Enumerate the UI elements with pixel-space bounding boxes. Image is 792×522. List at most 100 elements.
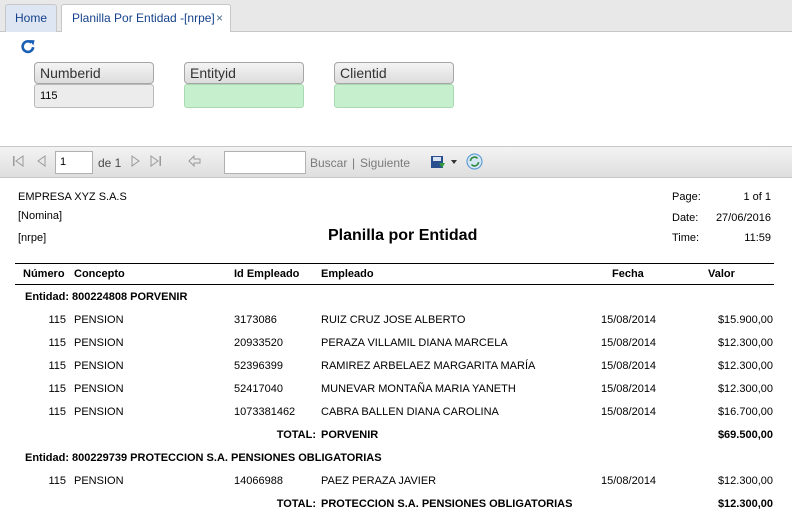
tab-planilla-por-entidad[interactable]: Planilla Por Entidad -[nrpe] × [61,4,231,33]
date-label: Date: [672,212,699,224]
cell-numero: 115 [48,314,66,326]
cell-empleado: RUIZ CRUZ JOSE ALBERTO [321,314,466,326]
column-header-id-empleado: Id Empleado [234,268,300,280]
entityid-label: Entityid [184,62,304,84]
export-dropdown-icon[interactable] [450,159,458,165]
cell-concepto: PENSION [74,475,124,487]
date-value: 27/06/2016 [715,212,771,224]
cell-empleado: CABRA BALLEN DIANA CAROLINA [321,406,499,418]
column-header-fecha: Fecha [612,268,644,280]
cell-id-empleado: 52417040 [234,383,283,395]
cell-concepto: PENSION [74,360,124,372]
find-link[interactable]: Buscar [310,156,347,170]
find-text-input[interactable] [224,151,306,174]
report-toolbar: 1 de 1 Buscar | Siguiente [0,146,792,178]
cell-numero: 115 [48,406,66,418]
refresh-report-icon[interactable] [466,153,483,170]
column-header-concepto: Concepto [74,268,125,280]
back-icon[interactable] [188,155,201,167]
cell-empleado: MUNEVAR MONTAÑA MARIA YANETH [321,383,516,395]
table-row: 115 PENSION 52396399 RAMIREZ ARBELAEZ MA… [0,360,792,383]
find-next-link[interactable]: Siguiente [360,156,410,170]
cell-empleado: PAEZ PERAZA JAVIER [321,475,437,487]
cell-concepto: PENSION [74,337,124,349]
next-page-icon[interactable] [130,155,142,167]
table-row: 115 PENSION 3173086 RUIZ CRUZ JOSE ALBER… [0,314,792,337]
refresh-icon[interactable] [20,39,36,55]
cell-numero: 115 [48,360,66,372]
cell-empleado: RAMIREZ ARBELAEZ MARGARITA MARÍA [321,360,536,372]
cell-valor: $12.300,00 [717,475,773,487]
time-value: 11:59 [744,232,771,244]
cell-numero: 115 [48,383,66,395]
page-count-label: de 1 [98,156,122,170]
cell-fecha: 15/08/2014 [601,314,657,326]
total-label: TOTAL: [276,429,316,441]
cell-id-empleado: 20933520 [234,337,283,349]
cell-id-empleado: 3173086 [234,314,277,326]
cell-fecha: 15/08/2014 [601,406,657,418]
numberid-label: Numberid [34,62,154,84]
cell-valor: $15.900,00 [717,314,773,326]
table-row: 115 PENSION 14066988 PAEZ PERAZA JAVIER … [0,475,792,498]
cell-valor: $12.300,00 [717,360,773,372]
report-subtitle-nomina: [Nomina] [18,210,63,222]
cell-concepto: PENSION [74,383,124,395]
cell-concepto: PENSION [74,314,124,326]
cell-fecha: 15/08/2014 [601,337,657,349]
cell-id-empleado: 14066988 [234,475,283,487]
cell-valor: $12.300,00 [717,337,773,349]
total-value: $12.300,00 [717,498,773,510]
cell-fecha: 15/08/2014 [601,383,657,395]
first-page-icon[interactable] [12,155,24,167]
clientid-label: Clientid [334,62,454,84]
report-page: EMPRESA XYZ S.A.S [Nomina] [nrpe] Planil… [0,179,792,522]
page-label: Page: [672,191,701,203]
cell-id-empleado: 1073381462 [234,406,296,418]
export-save-icon[interactable] [430,154,446,170]
page-value: 1 of 1 [743,191,771,203]
company-name: EMPRESA XYZ S.A.S [18,191,127,203]
cell-valor: $16.700,00 [717,406,773,418]
group-header: Entidad: 800224808 PORVENIR [25,291,188,303]
toolbar-separator: | [352,156,356,170]
header-bottom-rule [15,284,774,285]
column-header-empleado: Empleado [321,268,374,280]
numberid-field[interactable]: 115 [34,84,154,108]
total-entity-name: PROTECCION S.A. PENSIONES OBLIGATORIAS [321,498,573,510]
previous-page-icon[interactable] [35,155,47,167]
cell-valor: $12.300,00 [717,383,773,395]
entityid-field[interactable] [184,84,304,108]
cell-concepto: PENSION [74,406,124,418]
tab-home[interactable]: Home [5,4,57,32]
tab-active-label: Planilla Por Entidad -[nrpe] [72,11,215,25]
group-total-row: TOTAL: PROTECCION S.A. PENSIONES OBLIGAT… [0,498,792,521]
report-title: Planilla por Entidad [328,227,478,244]
clientid-field[interactable] [334,84,454,108]
last-page-icon[interactable] [150,155,162,167]
total-entity-name: PORVENIR [321,429,379,441]
cell-empleado: PERAZA VILLAMIL DIANA MARCELA [321,337,508,349]
cell-fecha: 15/08/2014 [601,475,657,487]
table-row: 115 PENSION 20933520 PERAZA VILLAMIL DIA… [0,337,792,360]
table-row: 115 PENSION 1073381462 CABRA BALLEN DIAN… [0,406,792,429]
page-number-input[interactable]: 1 [55,151,93,174]
cell-fecha: 15/08/2014 [601,360,657,372]
column-header-row: Número Concepto Id Empleado Empleado Fec… [0,263,792,286]
cell-numero: 115 [48,475,66,487]
tab-home-label: Home [14,11,47,25]
total-value: $69.500,00 [717,429,773,441]
tab-bar: Home Planilla Por Entidad -[nrpe] × [0,0,792,33]
total-label: TOTAL: [276,498,316,510]
group-header: Entidad: 800229739 PROTECCION S.A. PENSI… [25,452,382,464]
time-label: Time: [672,232,700,244]
close-tab-icon[interactable]: × [216,5,223,31]
column-header-numero: Número [23,268,65,280]
report-subtitle-code: [nrpe] [18,232,47,244]
cell-id-empleado: 52396399 [234,360,283,372]
parameter-panel: Numberid 115 Entityid Clientid [0,32,792,146]
table-row: 115 PENSION 52417040 MUNEVAR MONTAÑA MAR… [0,383,792,406]
group-total-row: TOTAL: PORVENIR $69.500,00 [0,429,792,452]
column-header-valor: Valor [708,268,735,280]
cell-numero: 115 [48,337,66,349]
